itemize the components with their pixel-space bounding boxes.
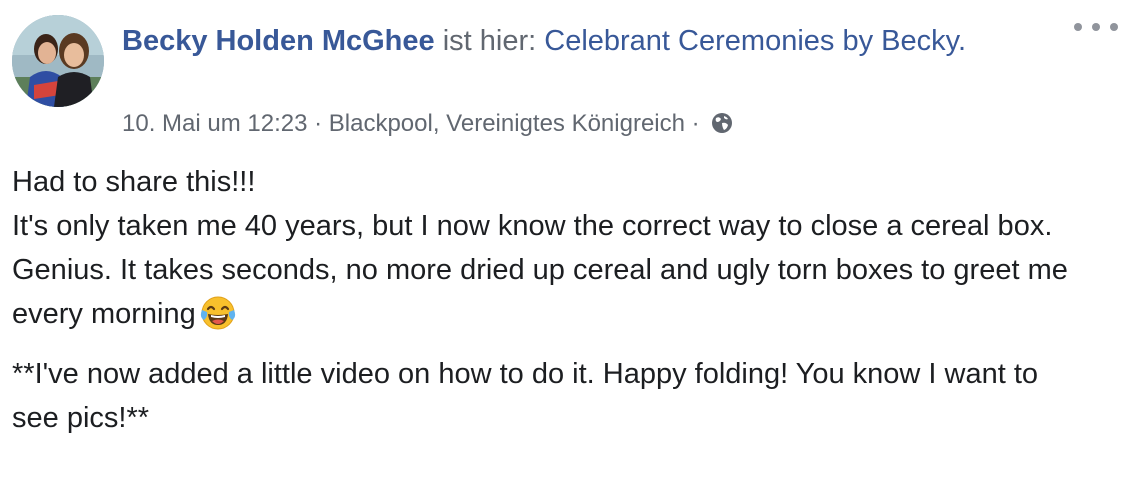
meta-separator: · — [307, 110, 329, 137]
author-name-link[interactable]: Becky Holden McGhee — [122, 25, 435, 57]
checkin-text: ist hier: — [434, 25, 545, 57]
laughing-tears-emoji-icon — [200, 295, 236, 344]
place-link[interactable]: Celebrant Ceremonies by Becky — [544, 25, 958, 57]
message-text: Genius. It takes seconds, no more dried … — [12, 254, 1068, 330]
dot — [1074, 23, 1082, 31]
message-line: It's only taken me 40 years, but I now k… — [12, 210, 1053, 242]
post-meta: 10. Mai um 12:23 · Blackpool, Vereinigte… — [122, 108, 734, 144]
dot — [1092, 23, 1100, 31]
facebook-post: Becky Holden McGhee ist hier: Celebrant … — [0, 0, 1123, 485]
place-suffix: . — [957, 25, 967, 57]
meta-separator: · — [684, 110, 707, 137]
more-options-icon[interactable] — [1074, 16, 1118, 38]
message-line: **I've now added a little video on how t… — [12, 358, 1039, 434]
post-header: Becky Holden McGhee ist hier: Celebrant … — [122, 19, 1002, 63]
timestamp-link[interactable]: 10. Mai um 12:23 — [122, 110, 307, 137]
dot — [1110, 23, 1118, 31]
avatar-photo — [12, 15, 104, 107]
message-line: Had to share this!!! — [12, 166, 256, 198]
location-link[interactable]: Blackpool, Vereinigtes Königreich — [329, 110, 685, 137]
post-message: Had to share this!!! It's only taken me … — [12, 160, 1092, 440]
avatar[interactable] — [12, 15, 104, 107]
message-line: Genius. It takes seconds, no more dried … — [12, 248, 1092, 344]
globe-icon[interactable] — [710, 111, 734, 144]
